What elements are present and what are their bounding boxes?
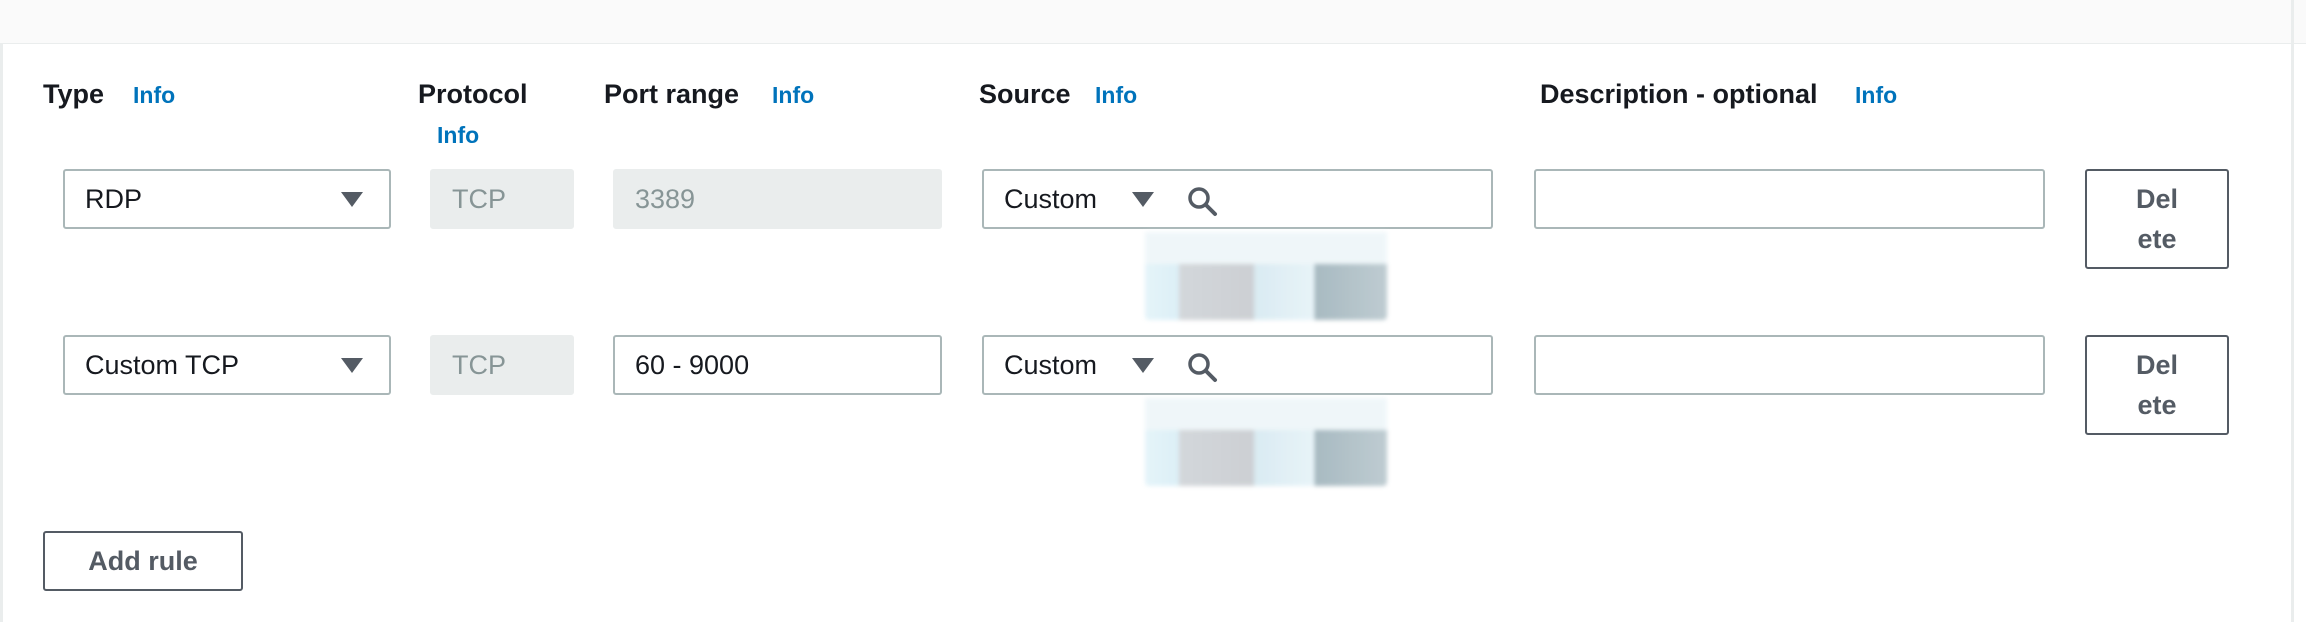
protocol-info-link[interactable]: Info	[437, 120, 479, 150]
rule-2-source-type-select[interactable]: Custom	[982, 335, 1170, 395]
source-header: Source	[979, 79, 1071, 109]
rule-2-delete-button[interactable]: Del ete	[2085, 335, 2229, 435]
rule-2-type-select[interactable]: Custom TCP	[63, 335, 391, 395]
rule-2-port-range-input[interactable]: 60 - 9000	[613, 335, 942, 395]
rule-1-port-range-field: 3389	[613, 169, 942, 229]
type-info-link[interactable]: Info	[133, 80, 175, 110]
rule-1-source-selected-token	[1145, 232, 1387, 320]
rule-2-delete-label-1: Del	[2135, 350, 2179, 380]
rule-1-delete-button[interactable]: Del ete	[2085, 169, 2229, 269]
rule-2-type-value: Custom TCP	[85, 350, 240, 380]
search-icon	[1188, 187, 1217, 216]
rule-1-delete-label-2: ete	[2137, 224, 2177, 254]
rule-1-protocol-value: TCP	[452, 184, 506, 214]
rule-2-port-range-value: 60 - 9000	[635, 350, 750, 380]
caret-down-icon	[1132, 192, 1154, 207]
caret-down-icon	[341, 192, 363, 207]
type-header: Type	[43, 79, 105, 109]
rule-1-type-value: RDP	[85, 184, 143, 214]
rule-2-protocol-value: TCP	[452, 350, 506, 380]
rule-1-protocol-field: TCP	[430, 169, 574, 229]
rule-1-source-type-value: Custom	[1004, 184, 1098, 214]
rule-2-description-input[interactable]	[1534, 335, 2045, 395]
rule-1-source-search-input[interactable]	[1166, 169, 1493, 229]
port-range-info-link[interactable]: Info	[772, 80, 814, 110]
rule-2-delete-label-2: ete	[2137, 390, 2177, 420]
panel-left-border	[0, 44, 3, 622]
add-rule-button[interactable]: Add rule	[43, 531, 243, 591]
rule-2-source-search-input[interactable]	[1166, 335, 1493, 395]
caret-down-icon	[1132, 358, 1154, 373]
rule-1-port-range-value: 3389	[635, 184, 696, 214]
rule-1-delete-label-1: Del	[2135, 184, 2179, 214]
inbound-rules-panel: Type Info Protocol Info Port range Info …	[0, 0, 2306, 622]
rule-1-description-input[interactable]	[1534, 169, 2045, 229]
rule-2-protocol-field: TCP	[430, 335, 574, 395]
search-icon	[1188, 353, 1217, 382]
rule-1-type-select[interactable]: RDP	[63, 169, 391, 229]
source-info-link[interactable]: Info	[1095, 80, 1137, 110]
rule-2-source-type-value: Custom	[1004, 350, 1098, 380]
panel-header-band	[0, 0, 2306, 44]
description-header: Description - optional	[1540, 79, 1818, 109]
rule-1-source-type-select[interactable]: Custom	[982, 169, 1170, 229]
caret-down-icon	[341, 358, 363, 373]
panel-right-border	[2291, 0, 2294, 622]
protocol-header: Protocol	[418, 79, 528, 109]
rule-2-source-selected-token	[1145, 398, 1387, 486]
port-range-header: Port range	[604, 79, 740, 109]
description-info-link[interactable]: Info	[1855, 80, 1897, 110]
